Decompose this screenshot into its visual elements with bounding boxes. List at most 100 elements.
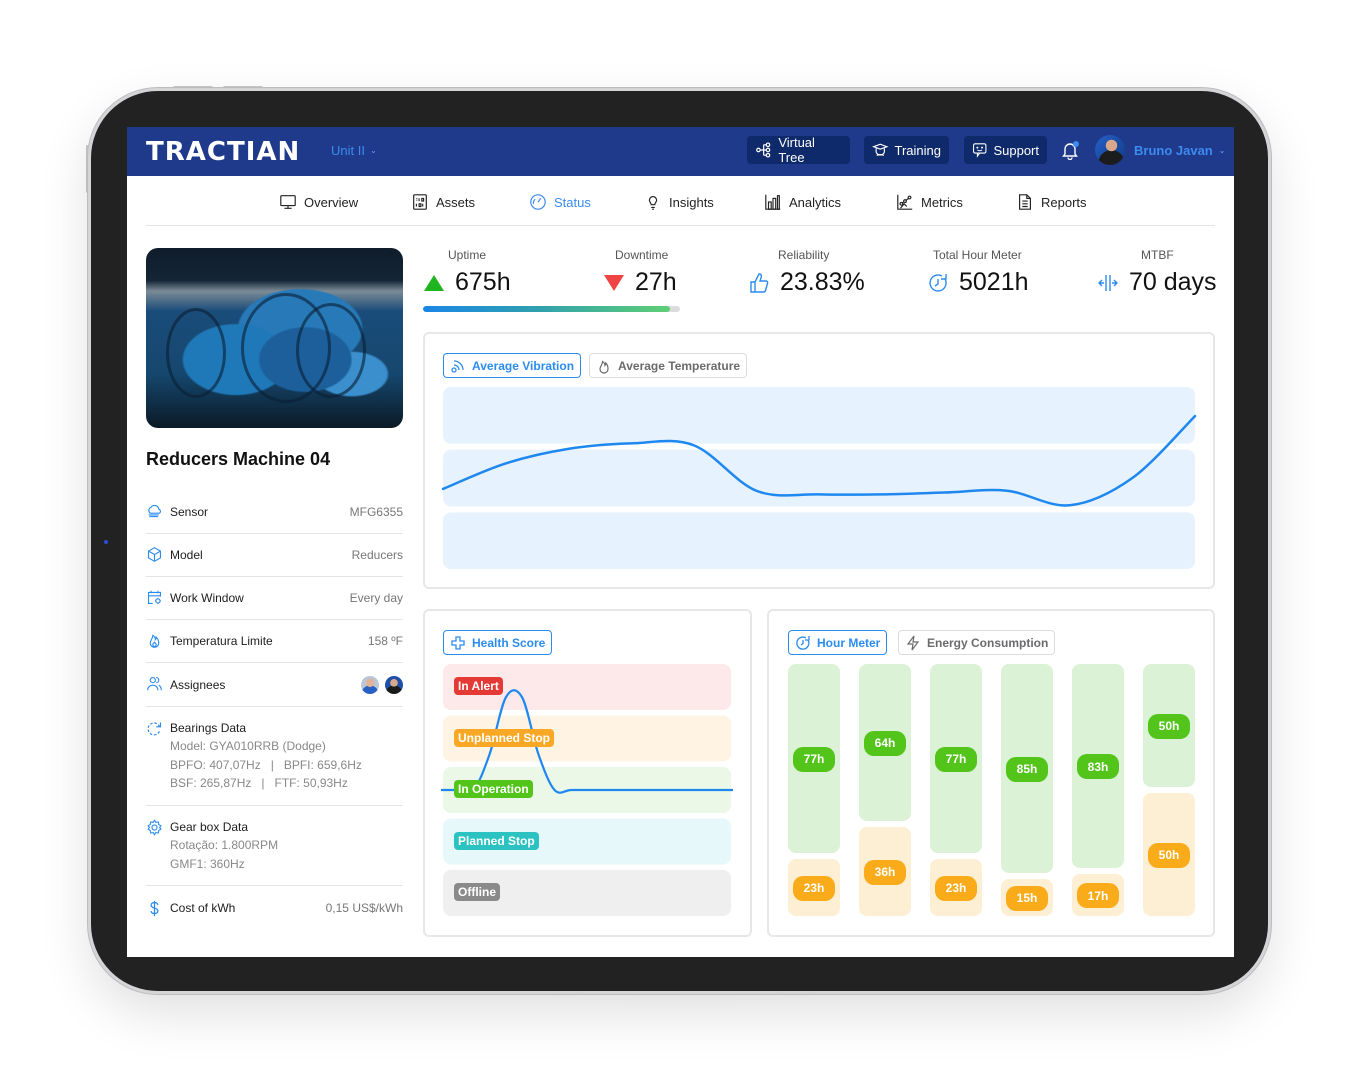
- tab-metrics[interactable]: Metrics: [896, 193, 963, 211]
- bearings-bpfo-bpfi: BPFO: 407,07Hz | BPFI: 659,6Hz: [170, 757, 362, 772]
- clock-refresh-icon: [796, 635, 810, 650]
- kpi-reliability: Reliability 23.83%: [748, 248, 865, 297]
- info-row-sensor: Sensor MFG6355: [146, 500, 403, 534]
- info-value: Every day: [349, 591, 403, 605]
- info-label: Cost of kWh: [170, 901, 236, 915]
- training-button[interactable]: Training: [864, 136, 949, 164]
- info-row-gearbox: Gear box Data Rotação: 1.800RPM GMF1: 36…: [146, 815, 403, 886]
- tree-icon: [756, 142, 771, 158]
- kpi-value: 27h: [635, 268, 677, 296]
- gearbox-rotation: Rotação: 1.800RPM: [170, 838, 279, 852]
- bar-stopped-label: 15h: [1006, 885, 1048, 911]
- health-state-label: Offline: [454, 883, 500, 901]
- bar-stopped-label: 23h: [793, 875, 835, 901]
- monitor-icon: [280, 195, 296, 209]
- kpi-value: 23.83%: [780, 268, 865, 296]
- kpi-mtbf: MTBF 70 days: [1097, 248, 1217, 297]
- chart-band: [443, 512, 1195, 569]
- kpi-uptime: Uptime 675h: [423, 248, 511, 297]
- support-label: Support: [993, 142, 1039, 158]
- bar-operating-label: 77h: [793, 746, 835, 772]
- info-row-assignees: Assignees: [146, 672, 403, 707]
- tab-label: Analytics: [789, 194, 842, 210]
- support-button[interactable]: Support: [964, 136, 1047, 164]
- chart-band: [443, 449, 1195, 507]
- chip-label: Energy Consumption: [927, 635, 1049, 650]
- info-label: Bearings Data: [170, 721, 247, 735]
- vibration-card: Average Vibration Average Temperature: [423, 332, 1215, 589]
- tractian-logo[interactable]: TRACTIAN: [146, 137, 300, 167]
- vibration-chart: [441, 387, 1197, 569]
- lightbulb-icon: [648, 196, 658, 210]
- info-value: 158 ºF: [367, 634, 403, 648]
- gear-icon: [147, 819, 162, 836]
- kpi-value: 5021h: [959, 268, 1029, 296]
- user-menu[interactable]: Bruno Javan ⌄: [1134, 143, 1225, 158]
- bar-operating-label: 77h: [935, 746, 977, 772]
- chat-icon: [973, 143, 987, 158]
- lightning-icon: [906, 635, 920, 650]
- kpi-downtime: Downtime 27h: [603, 248, 677, 297]
- bar-stopped-label: 36h: [864, 859, 906, 885]
- dollar-icon: [150, 900, 159, 917]
- tab-label: Metrics: [921, 194, 963, 210]
- main-tabs: Overview Assets Status Insights Analytic…: [146, 176, 1215, 226]
- tab-assets[interactable]: Assets: [411, 193, 475, 211]
- clock-refresh-icon: [929, 273, 947, 292]
- kpi-value: 70 days: [1129, 268, 1217, 296]
- tab-analytics[interactable]: Analytics: [764, 193, 841, 211]
- info-value: Reducers: [351, 548, 403, 562]
- info-row-model: Model Reducers: [146, 543, 403, 577]
- bar-operating-label: 85h: [1006, 756, 1048, 782]
- assignee-avatar[interactable]: [361, 676, 379, 694]
- kpi-label: Downtime: [615, 248, 669, 262]
- machine-photo: [146, 248, 403, 428]
- info-row-temperature-limit: Temperatura Limite 158 ºF: [146, 629, 403, 663]
- bar-operating-label: 83h: [1077, 754, 1119, 780]
- bar-chart-icon: [765, 194, 781, 210]
- info-row-bearings: Bearings Data Model: GYA010RRB (Dodge) B…: [146, 716, 403, 806]
- tab-energy-consumption[interactable]: Energy Consumption: [898, 630, 1056, 655]
- hour-meter-card: Hour Meter Energy Consumption 77h 23h 64h 3…: [767, 609, 1215, 937]
- notifications-button[interactable]: [1060, 140, 1080, 161]
- chip-label: Hour Meter: [817, 635, 881, 650]
- virtual-tree-button[interactable]: Virtual Tree: [747, 135, 850, 165]
- calendar-gear-icon: [147, 590, 162, 605]
- unit-selector[interactable]: Unit II ⌄: [331, 143, 377, 158]
- document-icon: [1019, 194, 1031, 210]
- kpi-total-hour-meter: Total Hour Meter 5021h: [927, 248, 1029, 297]
- tab-insights[interactable]: Insights: [644, 193, 714, 211]
- tab-overview[interactable]: Overview: [279, 193, 358, 211]
- tab-label: Insights: [669, 194, 714, 210]
- assignee-avatar[interactable]: [385, 676, 403, 694]
- info-label: Model: [170, 548, 203, 562]
- uptime-progress-bar: [423, 306, 680, 312]
- bar-operating-label: 64h: [864, 730, 906, 756]
- tab-hour-meter[interactable]: Hour Meter: [788, 630, 888, 655]
- chevron-down-icon: ⌄: [1218, 146, 1226, 155]
- top-header: TRACTIAN Unit II ⌄ Virtual Tree Training…: [127, 127, 1234, 176]
- health-state-label: In Operation: [454, 780, 533, 798]
- thumbs-up-icon: [750, 272, 769, 293]
- bar-operating-label: 50h: [1148, 713, 1190, 739]
- bar-stopped-label: 50h: [1148, 842, 1190, 868]
- bar-stopped-label: 23h: [935, 875, 977, 901]
- info-label: Temperatura Limite: [170, 634, 273, 648]
- kpi-label: Uptime: [448, 248, 487, 262]
- cloud-icon: [148, 504, 161, 518]
- tab-reports[interactable]: Reports: [1016, 193, 1087, 211]
- split-arrows-icon: [1098, 274, 1118, 291]
- info-row-work-window: Work Window Every day: [146, 586, 403, 620]
- tab-label: Assets: [436, 194, 476, 210]
- assets-icon: [413, 194, 427, 210]
- user-avatar[interactable]: [1095, 135, 1125, 165]
- info-label: Sensor: [170, 505, 209, 519]
- tab-label: Reports: [1041, 194, 1087, 210]
- flame-icon: [149, 634, 160, 648]
- app-screen: TRACTIAN Unit II ⌄ Virtual Tree Training…: [127, 127, 1234, 957]
- info-label: Gear box Data: [170, 820, 249, 834]
- triangle-down-icon: [604, 274, 624, 291]
- tab-status[interactable]: Status: [529, 193, 591, 211]
- kpi-value: 675h: [455, 268, 511, 296]
- health-state-label: In Alert: [454, 677, 503, 695]
